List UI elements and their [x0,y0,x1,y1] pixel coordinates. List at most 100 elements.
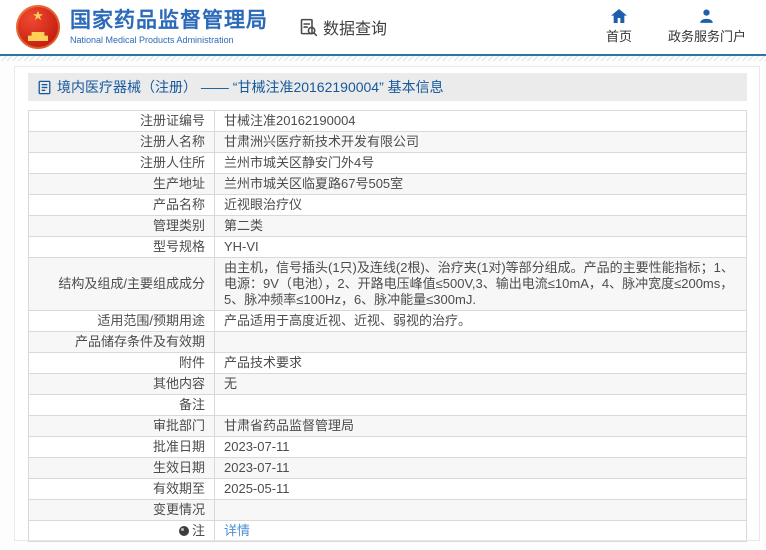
table-row: 备注 [28,394,747,416]
row-label-text: 生产地址 [152,176,205,191]
nav-gov-portal-label: 政务服务门户 [667,29,746,44]
row-label-text: 批准日期 [152,439,205,454]
table-row: 其他内容无 [28,373,747,395]
table-row: 有效期至 2025-05-11 [28,478,747,500]
row-value: 无 [214,373,747,395]
table-row: 产品名称 近视眼治疗仪 [28,194,747,216]
table-row: 审批部门 甘肃省药品监督管理局 [28,415,747,437]
brand-text: 国家药品监督管理局 National Medical Products Admi… [70,9,268,45]
table-row: 管理类别 第二类 [28,215,747,237]
row-value: 兰州市城关区静安门外4号 [214,152,747,174]
registration-info-table: 注册证编号 甘械注准20162190004 注册人名称 甘肃洲兴医疗新技术开发有限公司… [28,110,747,542]
table-row: 结构及组成/主要组成成分 由主机，信号插头(1只)及连线(2根)、治疗夹(1对)等… [28,257,747,311]
row-label-text: 生效日期 [152,460,205,475]
row-value: 兰州市城关区临夏路67号505室 [214,173,747,195]
detail-link[interactable]: 详情 [224,523,250,538]
row-value: 产品适用于高度近视、近视、弱视的治疗。 [214,310,747,332]
row-value [214,394,747,416]
row-label-text: 变更情况 [152,502,205,517]
row-label: 生效日期 [28,457,215,479]
row-label-text: 产品储存条件及有效期 [74,334,205,349]
row-label: 备注 [28,394,215,416]
header-hatch-divider [0,56,766,61]
home-icon [610,9,627,23]
row-label-text: 注 [191,523,205,538]
nav-home-label: 首页 [605,29,632,44]
site-subtitle: National Medical Products Administration [70,35,234,46]
document-icon [38,80,51,95]
row-label: 产品名称 [28,194,215,216]
row-label-text: 注册证编号 [139,113,205,128]
table-row: 型号规格 YH-VI [28,236,747,258]
row-label-text: 其他内容 [152,376,205,391]
row-label: 产品储存条件及有效期 [28,331,215,353]
row-value: YH-VI [214,236,747,258]
site-title: 国家药品监督管理局 [70,8,268,32]
row-label-text: 管理类别 [152,218,205,233]
row-label: 注册证编号 [28,110,215,132]
table-row: 注册人住所 兰州市城关区静安门外4号 [28,152,747,174]
document-search-icon [298,17,319,38]
row-value: 产品技术要求 [214,352,747,374]
table-row: 注册人名称 甘肃洲兴医疗新技术开发有限公司 [28,131,747,153]
row-value [214,499,747,521]
row-label: 其他内容 [28,373,215,395]
user-icon [699,9,714,23]
table-row: 产品储存条件及有效期 [28,331,747,353]
row-value: 2025-05-11 [214,478,747,500]
national-emblem-icon: ★ [16,5,60,49]
row-label-text: 型号规格 [152,239,205,254]
row-label: 注册人住所 [28,152,215,174]
row-value: 甘肃省药品监督管理局 [214,415,747,437]
row-label: 变更情况 [28,499,215,521]
row-label: 管理类别 [28,215,215,237]
page-title-bar: 境内医疗器械（注册） —— “甘械注准20162190004” 基本信息 [28,73,747,101]
row-label-text: 有效期至 [152,481,205,496]
row-label-text: 结构及组成/主要组成成分 [58,276,205,291]
site-header: ★ 国家药品监督管理局 National Medical Products Ad… [0,0,766,56]
data-query-label: 数据查询 [323,21,388,38]
row-label: 注册人名称 [28,131,215,153]
row-label-text: 适用范围/预期用途 [97,313,205,328]
row-value [214,331,747,353]
row-label: 注 [28,520,215,542]
row-label: 适用范围/预期用途 [28,310,215,332]
nav-gov-portal[interactable]: 政务服务门户 [668,9,746,45]
table-row: 生效日期 2023-07-11 [28,457,747,479]
row-label-text: 注册人住所 [139,155,205,170]
row-value: 近视眼治疗仪 [214,194,747,216]
row-label: 批准日期 [28,436,215,458]
row-label-text: 产品名称 [152,197,205,212]
table-row: 变更情况 [28,499,747,521]
row-label: 生产地址 [28,173,215,195]
site-logo[interactable]: ★ 国家药品监督管理局 National Medical Products Ad… [16,5,268,49]
row-label-text: 备注 [178,397,205,412]
table-row: 生产地址 兰州市城关区临夏路67号505室 [28,173,747,195]
row-label: 有效期至 [28,478,215,500]
row-label-text: 审批部门 [152,418,205,433]
row-value: 2023-07-11 [214,436,747,458]
note-icon [178,526,189,536]
nav-home[interactable]: 首页 [606,9,632,45]
star-icon: ★ [32,8,44,23]
row-label: 附件 [28,352,215,374]
row-label: 型号规格 [28,236,215,258]
row-label: 审批部门 [28,415,215,437]
row-value: 由主机，信号插头(1只)及连线(2根)、治疗夹(1对)等部分组成。产品的主要性能… [214,257,747,311]
row-value: 甘肃洲兴医疗新技术开发有限公司 [214,131,747,153]
data-query-button[interactable]: 数据查询 [298,15,387,39]
row-label-text: 附件 [178,355,205,370]
row-label: 结构及组成/主要组成成分 [28,257,215,311]
content-panel: 境内医疗器械（注册） —— “甘械注准20162190004” 基本信息 注册证… [14,66,760,542]
table-row: 批准日期 2023-07-11 [28,436,747,458]
table-row: 适用范围/预期用途 产品适用于高度近视、近视、弱视的治疗。 [28,310,747,332]
table-row: 附件 产品技术要求 [28,352,747,374]
row-value: 甘械注准20162190004 [214,110,747,132]
row-value: 第二类 [214,215,747,237]
page-title: 境内医疗器械（注册） —— “甘械注准20162190004” 基本信息 [57,79,444,95]
row-value: 2023-07-11 [214,457,747,479]
row-label-text: 注册人名称 [139,134,205,149]
gate-icon [28,32,48,41]
header-nav: 首页 政务服务门户 [606,9,746,45]
row-value: 详情 [214,520,747,542]
